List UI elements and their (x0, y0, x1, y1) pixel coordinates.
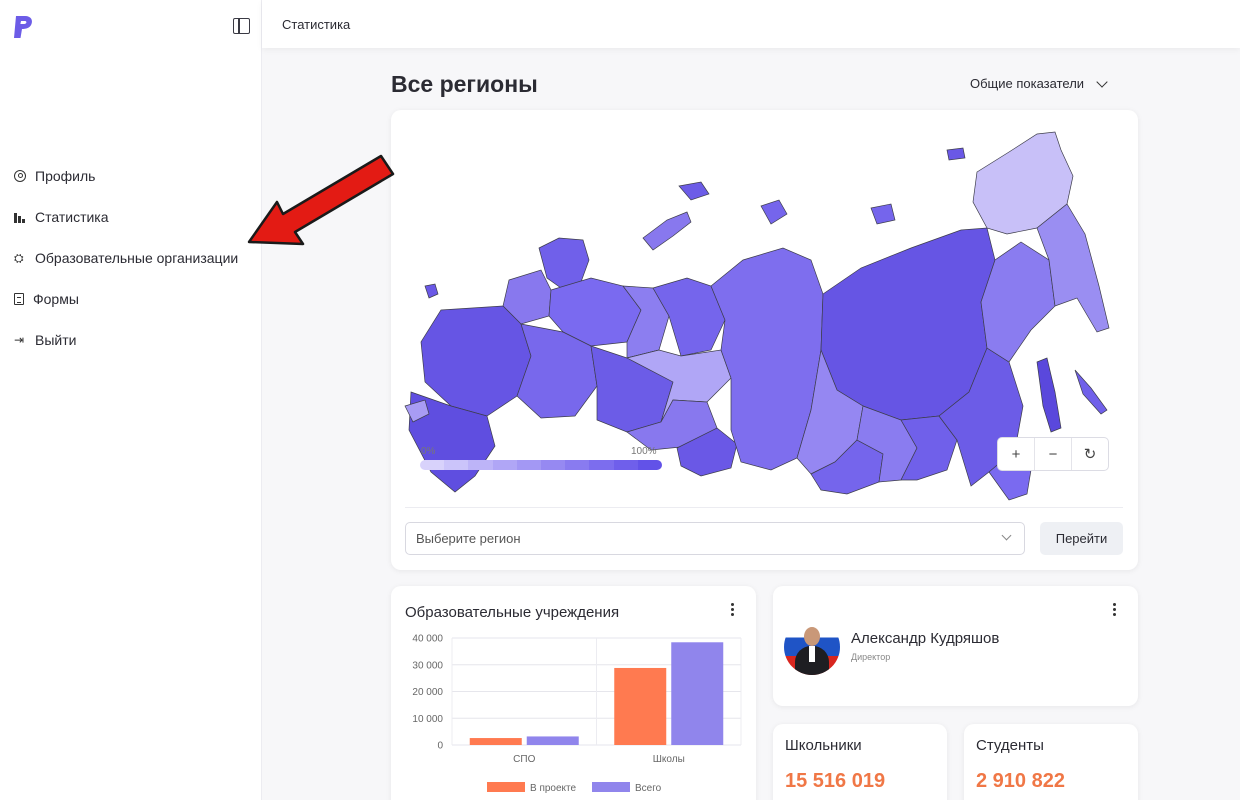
map-card: 0% 100% + − ↻ Выберите регион Перейти (391, 110, 1138, 570)
divider (405, 507, 1123, 508)
sidebar-item-organizations[interactable]: ⛭ Образовательные организации (14, 237, 238, 278)
chart-y-tick-label: 0 (437, 741, 443, 752)
stats-icon (14, 211, 26, 223)
chart-legend-swatch (487, 782, 525, 792)
chart-legend-label: Всего (635, 783, 662, 794)
sidebar-item-label: Статистика (35, 208, 109, 225)
breadcrumb: Статистика (282, 17, 351, 32)
map-region-wrangel[interactable] (946, 147, 966, 161)
map-legend-max: 100% (631, 446, 657, 457)
sidebar-item-label: Выйти (35, 331, 77, 348)
sidebar-toggle-icon[interactable] (233, 18, 250, 34)
go-button[interactable]: Перейти (1040, 522, 1123, 555)
map-region-sakhalin[interactable] (1036, 357, 1062, 433)
annotation-arrow-icon (247, 154, 395, 246)
director-name: Александр Кудряшов (851, 630, 1000, 647)
stat-card-schoolchildren: Школьники 15 516 019 (773, 724, 947, 800)
chart-x-tick-label: СПО (513, 754, 535, 765)
zoom-out-button[interactable]: − (1035, 438, 1072, 470)
chart-bar (469, 738, 522, 745)
sidebar-item-forms[interactable]: Формы (14, 278, 238, 319)
chart-x-tick-label: Школы (653, 754, 685, 765)
map-region-new-siberian[interactable] (870, 203, 896, 225)
chevron-down-icon (1096, 75, 1108, 88)
stat-value: 2 910 822 (976, 770, 1065, 792)
sidebar-item-label: Профиль (35, 167, 96, 184)
institutions-bar-chart: 40 000 30 000 20 000 10 000 0 СПО Школы В проек… (412, 634, 742, 794)
chart-y-tick-label: 10 000 (412, 714, 443, 725)
director-role: Директор (851, 652, 891, 662)
sidebar-nav: Профиль Статистика ⛭ Образовательные орг… (14, 155, 238, 360)
sidebar-item-profile[interactable]: Профиль (14, 155, 238, 196)
profile-icon (14, 169, 26, 182)
stat-label: Студенты (976, 737, 1044, 754)
stat-label: Школьники (785, 737, 862, 754)
chart-bar (614, 667, 667, 745)
map-region-central[interactable] (420, 305, 532, 417)
institutions-card: Образовательные учреждения 40 000 30 000 2… (391, 586, 756, 800)
logout-icon: ⇥ (14, 332, 25, 347)
map-legend-gradient (420, 460, 662, 470)
chart-bar (671, 642, 724, 745)
sidebar-item-label: Образовательные организации (35, 249, 239, 266)
chevron-down-icon (1001, 530, 1012, 541)
page-title: Все регионы (391, 71, 538, 97)
chart-bar (526, 736, 579, 745)
zoom-in-button[interactable]: + (998, 438, 1035, 470)
map-zoom-controls: + − ↻ (997, 437, 1109, 471)
map-region-yakutia[interactable] (820, 227, 996, 421)
map-region-kuril[interactable] (1074, 369, 1108, 415)
chart-y-tick-label: 30 000 (412, 660, 443, 671)
top-header: Статистика (262, 0, 1240, 48)
region-select-placeholder: Выберите регион (416, 531, 521, 546)
more-vertical-icon[interactable] (1113, 603, 1117, 617)
stat-card-students: Студенты 2 910 822 (964, 724, 1138, 800)
app-logo[interactable] (12, 14, 34, 40)
map-region-franz-josef[interactable] (678, 181, 710, 201)
director-card: Александр Кудряшов Директор (773, 586, 1138, 706)
indicators-dropdown-label: Общие показатели (970, 76, 1085, 91)
chart-legend-label: В проекте (530, 783, 577, 794)
sidebar-item-logout[interactable]: ⇥ Выйти (14, 319, 238, 360)
map-region-kaliningrad[interactable] (424, 283, 439, 299)
sidebar-item-statistics[interactable]: Статистика (14, 196, 238, 237)
region-select[interactable]: Выберите регион (405, 522, 1025, 555)
indicators-dropdown[interactable]: Общие показатели (970, 75, 1108, 91)
avatar (784, 619, 840, 675)
graduation-cap-icon: ⛭ (14, 250, 24, 265)
document-icon (14, 292, 24, 305)
chart-y-tick-label: 40 000 (412, 634, 443, 645)
map-region-severnaya-zemlya[interactable] (760, 199, 788, 225)
chart-y-tick-label: 20 000 (412, 687, 443, 698)
map-region-novaya-zemlya[interactable] (642, 211, 692, 251)
sidebar: Профиль Статистика ⛭ Образовательные орг… (0, 0, 262, 800)
chart-legend-swatch (592, 782, 630, 792)
map-legend-min: 0% (421, 446, 436, 457)
reset-zoom-button[interactable]: ↻ (1072, 438, 1108, 470)
sidebar-item-label: Формы (33, 290, 79, 307)
stat-value: 15 516 019 (785, 770, 886, 792)
